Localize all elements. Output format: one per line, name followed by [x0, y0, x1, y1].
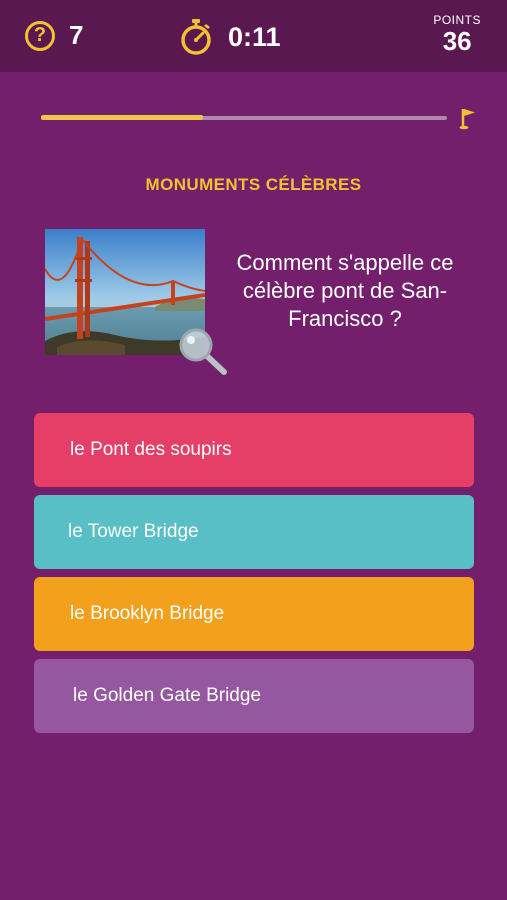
- question-circle-icon[interactable]: ?: [25, 20, 55, 51]
- progress-bar: [41, 115, 447, 120]
- top-bar: ? 7 0:11 POINTS 36: [0, 0, 507, 72]
- points-display: POINTS 36: [433, 13, 481, 55]
- category-title: MONUMENTS CÉLÈBRES: [145, 175, 362, 194]
- stopwatch-icon: [181, 19, 211, 55]
- answer-button-4[interactable]: le Golden Gate Bridge: [34, 659, 474, 733]
- timer-value: 0:11: [228, 21, 281, 52]
- timer: 0:11: [178, 18, 281, 56]
- points-value: 36: [442, 26, 472, 56]
- hint-count: 7: [69, 20, 84, 50]
- answer-button-3[interactable]: le Brooklyn Bridge: [34, 577, 474, 651]
- progress-fill: [41, 115, 204, 120]
- points-label: POINTS: [433, 13, 481, 27]
- goal-flag-icon: [459, 109, 475, 130]
- answer-button-1[interactable]: le Pont des soupirs: [34, 413, 474, 487]
- hint-counter[interactable]: ? 7: [25, 20, 83, 51]
- magnifier-icon[interactable]: [176, 325, 228, 377]
- answer-button-2[interactable]: le Tower Bridge: [34, 495, 474, 569]
- question-text: Comment s'appelle ce célèbre pont de San…: [236, 250, 454, 331]
